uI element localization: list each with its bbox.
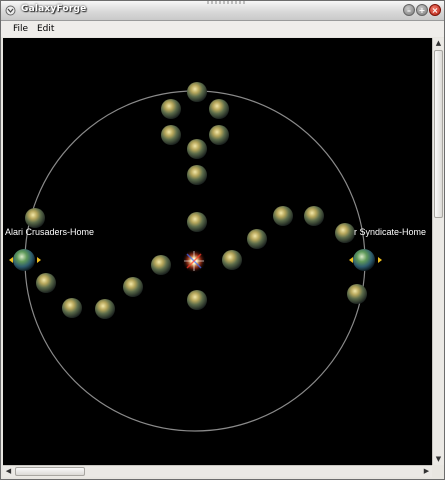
home-label-left: Alari Crusaders-Home (5, 227, 94, 237)
selection-arrow-right-icon (378, 257, 382, 263)
close-button[interactable]: × (429, 4, 441, 16)
planet[interactable] (247, 229, 267, 249)
title-bar[interactable]: GalaxyForge – + × (1, 1, 444, 21)
scroll-right-icon[interactable]: ▶ (421, 466, 432, 477)
scroll-left-icon[interactable]: ◀ (3, 466, 14, 477)
central-star[interactable] (182, 249, 206, 273)
maximize-icon: + (418, 5, 426, 15)
minimize-icon: – (407, 5, 411, 15)
planet[interactable] (36, 273, 56, 293)
menu-bar: File Edit (1, 21, 444, 37)
selection-arrow-left-icon (9, 257, 13, 263)
planet[interactable] (95, 299, 115, 319)
planet[interactable] (209, 99, 229, 119)
planet[interactable] (187, 290, 207, 310)
galaxy-map-canvas[interactable]: Alari Crusaders-Home r Syndicate-Home (3, 38, 432, 465)
planet[interactable] (347, 284, 367, 304)
minimize-button[interactable]: – (403, 4, 415, 16)
horizontal-scroll-thumb[interactable] (15, 467, 85, 476)
selection-arrow-right-icon (37, 257, 41, 263)
title-grip (207, 1, 247, 4)
home-planet-right[interactable] (349, 249, 382, 271)
planet[interactable] (222, 250, 242, 270)
planet[interactable] (187, 82, 207, 102)
planet[interactable] (187, 139, 207, 159)
scroll-down-icon[interactable]: ▼ (433, 454, 444, 465)
planet[interactable] (187, 212, 207, 232)
planet[interactable] (62, 298, 82, 318)
scroll-up-icon[interactable]: ▲ (433, 38, 444, 49)
selection-arrow-left-icon (349, 257, 353, 263)
home-label-right: r Syndicate-Home (354, 227, 426, 237)
planet[interactable] (25, 208, 45, 228)
planet[interactable] (123, 277, 143, 297)
app-window: GalaxyForge – + × File Edit Alari Crusad… (0, 0, 445, 480)
planet[interactable] (187, 165, 207, 185)
window-title: GalaxyForge (21, 4, 87, 14)
menu-file[interactable]: File (13, 24, 28, 34)
vertical-scroll-thumb[interactable] (434, 50, 443, 218)
maximize-button[interactable]: + (416, 4, 428, 16)
planet[interactable] (151, 255, 171, 275)
planet[interactable] (161, 99, 181, 119)
planet[interactable] (335, 223, 355, 243)
galaxy-map[interactable]: Alari Crusaders-Home r Syndicate-Home (3, 38, 432, 465)
scroll-corner (432, 465, 444, 477)
planet[interactable] (304, 206, 324, 226)
menu-edit[interactable]: Edit (37, 24, 54, 34)
planet[interactable] (209, 125, 229, 145)
planet[interactable] (273, 206, 293, 226)
horizontal-scrollbar[interactable]: ◀ ▶ (3, 465, 432, 477)
app-icon[interactable] (5, 5, 16, 16)
close-icon: × (431, 5, 439, 15)
vertical-scrollbar[interactable]: ▲ ▼ (432, 38, 444, 465)
planet[interactable] (161, 125, 181, 145)
home-planet-left[interactable] (9, 249, 41, 271)
